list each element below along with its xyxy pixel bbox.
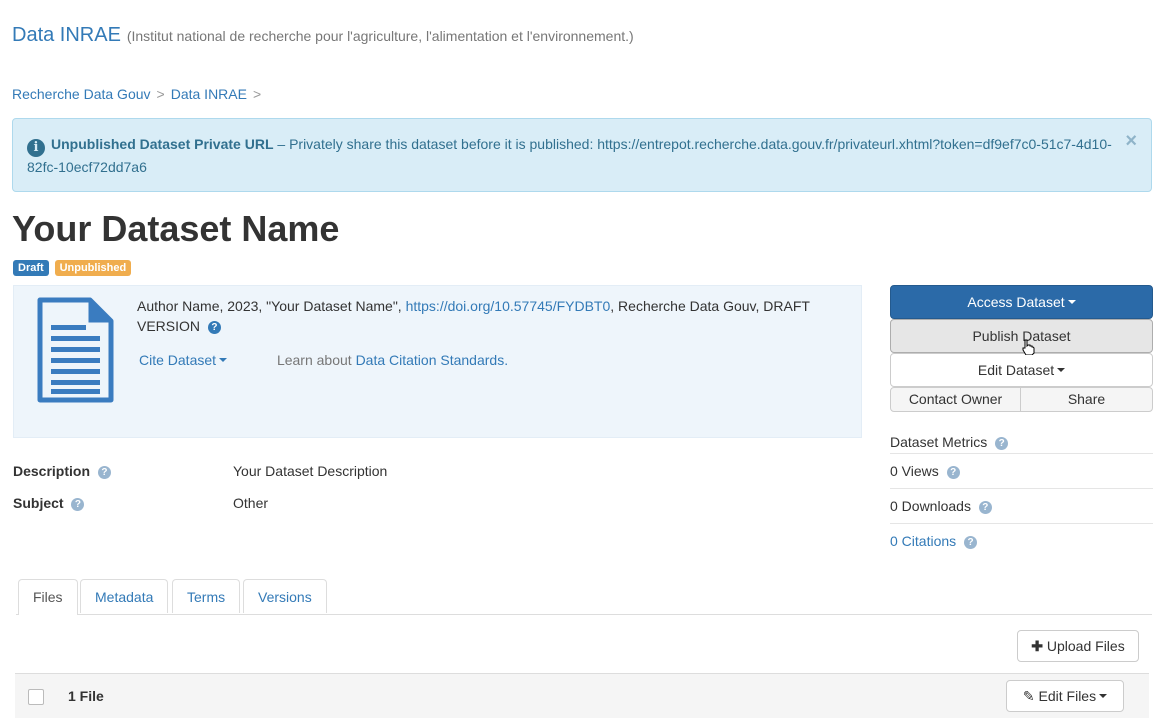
- metrics-citations-row: 0 Citations ?: [890, 524, 1153, 558]
- caret-down-icon: [1099, 694, 1108, 698]
- tab-versions[interactable]: Versions: [243, 579, 327, 613]
- private-url-alert: i Unpublished Dataset Private URL – Priva…: [12, 118, 1152, 192]
- metrics-citations-link[interactable]: 0 Citations: [890, 533, 956, 549]
- help-icon[interactable]: ?: [207, 321, 221, 334]
- unpublished-badge: Unpublished: [54, 260, 132, 276]
- citation-actions: Cite Dataset Learn about Data Citation S…: [139, 352, 508, 368]
- subject-key: Subject ?: [13, 495, 233, 511]
- caret-down-icon: [1057, 368, 1066, 372]
- dataset-metrics: Dataset Metrics ? 0 Views ? 0 Downloads …: [890, 433, 1153, 558]
- tab-metadata[interactable]: Metadata: [80, 579, 169, 613]
- dataverse-header: Data INRAE (Institut national de recherc…: [12, 24, 634, 47]
- description-key: Description ?: [13, 463, 233, 479]
- dataverse-affiliation: (Institut national de recherche pour l'a…: [126, 28, 634, 44]
- access-dataset-label: Access Dataset: [967, 294, 1065, 310]
- breadcrumb-separator: >: [252, 86, 262, 102]
- citation-text-before: Author Name, 2023, "Your Dataset Name",: [137, 298, 406, 314]
- edit-dataset-label: Edit Dataset: [977, 362, 1055, 378]
- description-value: Your Dataset Description: [233, 463, 388, 479]
- contact-owner-button[interactable]: Contact Owner: [890, 387, 1021, 412]
- plus-icon: ✚: [1031, 638, 1043, 654]
- subject-value: Other: [233, 495, 269, 511]
- breadcrumb-item-data-inrae[interactable]: Data INRAE: [171, 86, 247, 102]
- help-icon[interactable]: ?: [71, 498, 85, 511]
- description-row: Description ? Your Dataset Description: [13, 463, 387, 479]
- caret-down-icon: [1067, 300, 1076, 304]
- dataset-title: Your Dataset Name: [12, 208, 340, 249]
- metrics-title-row: Dataset Metrics ?: [890, 433, 1153, 454]
- share-button[interactable]: Share: [1020, 387, 1153, 412]
- info-icon: i: [27, 139, 45, 157]
- alert-title: Unpublished Dataset Private URL: [51, 136, 274, 152]
- select-all-checkbox[interactable]: [28, 689, 44, 705]
- metrics-title: Dataset Metrics: [890, 434, 988, 450]
- citation-box: Author Name, 2023, "Your Dataset Name", …: [13, 285, 862, 438]
- share-label: Share: [1067, 391, 1106, 407]
- help-icon[interactable]: ?: [964, 536, 978, 549]
- description-label: Description: [13, 463, 91, 479]
- contact-owner-label: Contact Owner: [908, 391, 1003, 407]
- document-icon: [36, 297, 114, 406]
- upload-files-label: Upload Files: [1046, 638, 1125, 654]
- upload-files-button[interactable]: ✚ Upload Files: [1017, 630, 1139, 662]
- subject-row: Subject ? Other: [13, 495, 268, 511]
- pencil-icon: ✎: [1022, 688, 1035, 704]
- help-icon[interactable]: ?: [978, 501, 992, 514]
- metrics-views-row: 0 Views ?: [890, 454, 1153, 489]
- access-dataset-button[interactable]: Access Dataset: [890, 285, 1153, 319]
- dataset-tabs: Files Metadata Terms Versions: [16, 579, 1152, 615]
- subject-label: Subject: [13, 495, 64, 511]
- citation-standards-link[interactable]: Data Citation Standards.: [356, 352, 509, 368]
- metrics-downloads: 0 Downloads: [890, 498, 971, 514]
- files-table-header: 1 File: [15, 673, 1149, 718]
- caret-down-icon: [219, 358, 228, 362]
- help-icon[interactable]: ?: [995, 437, 1009, 450]
- tab-terms[interactable]: Terms: [172, 579, 241, 613]
- cite-dataset-label: Cite Dataset: [139, 352, 217, 368]
- learn-about-text: Learn about: [276, 352, 356, 368]
- breadcrumb-separator: >: [156, 86, 165, 102]
- files-count: 1 File: [68, 688, 104, 704]
- metrics-downloads-row: 0 Downloads ?: [890, 489, 1153, 524]
- edit-files-label: Edit Files: [1038, 688, 1097, 704]
- help-icon[interactable]: ?: [97, 466, 111, 479]
- dataset-status-labels: Draft Unpublished: [13, 258, 133, 276]
- hand-cursor-icon: [1020, 339, 1036, 358]
- help-icon[interactable]: ?: [946, 466, 960, 479]
- citation-text: Author Name, 2023, "Your Dataset Name", …: [137, 296, 827, 336]
- close-icon[interactable]: ×: [1125, 131, 1137, 151]
- breadcrumb: Recherche Data Gouv > Data INRAE >: [12, 86, 267, 102]
- dataverse-name-link[interactable]: Data INRAE: [12, 24, 121, 46]
- tab-files[interactable]: Files: [18, 579, 78, 615]
- breadcrumb-item-root[interactable]: Recherche Data Gouv: [12, 86, 151, 102]
- draft-badge: Draft: [13, 260, 49, 276]
- doi-link[interactable]: https://doi.org/10.57745/FYDBT0: [406, 298, 611, 314]
- edit-dataset-button[interactable]: Edit Dataset: [890, 353, 1153, 387]
- edit-files-button[interactable]: ✎ Edit Files: [1006, 680, 1124, 712]
- metrics-views: 0 Views: [890, 463, 939, 479]
- cite-dataset-button[interactable]: Cite Dataset: [139, 352, 228, 368]
